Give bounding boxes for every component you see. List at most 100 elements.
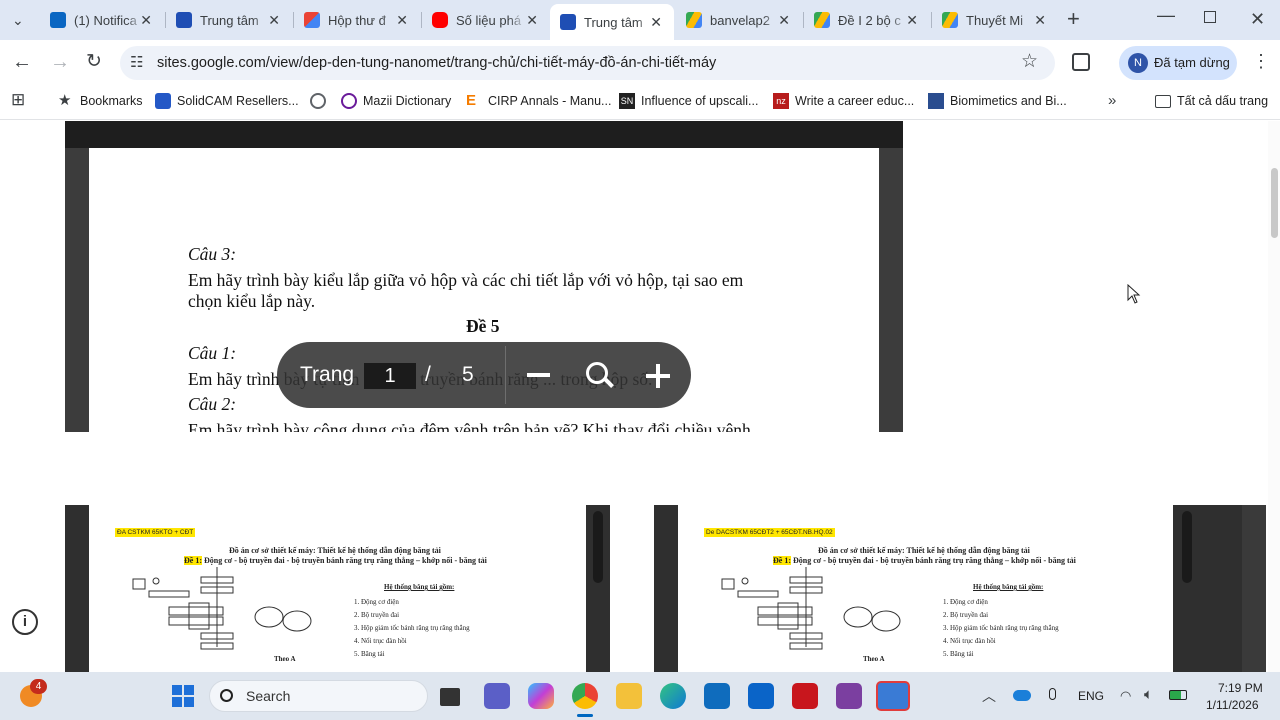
list-item: 2. Bộ truyền đai: [943, 611, 989, 619]
document-tag: De DACSTKM 65CĐT2 + 65CĐT.NB.HQ.02: [704, 528, 835, 537]
pdf-page: De DACSTKM 65CĐT2 + 65CĐT.NB.HQ.02 Đồ án…: [678, 505, 1173, 672]
powerpoint-stack-icon[interactable]: [836, 683, 862, 709]
google-sites-icon: [176, 12, 192, 28]
google-drive-icon: [686, 12, 702, 28]
reload-icon[interactable]: ↻: [86, 52, 102, 71]
onedrive-icon[interactable]: [1013, 690, 1031, 701]
bookmark-item[interactable]: ★ Bookmarks: [58, 92, 143, 110]
tab-title: Hộp thư đ: [328, 12, 386, 28]
bookmark-label: Mazii Dictionary: [363, 94, 452, 108]
bookmark-item[interactable]: nz Write a career educ...: [773, 92, 914, 110]
tab-title: Trung tâm: [200, 12, 259, 28]
bookmark-item[interactable]: SN Influence of upscali...: [619, 92, 758, 110]
chrome-icon[interactable]: [572, 683, 598, 709]
task-view-icon[interactable]: [440, 688, 460, 706]
profile-status-label: Đã tạm dừng: [1154, 55, 1230, 70]
new-tab-plus-icon[interactable]: +: [1067, 8, 1080, 30]
acrobat-icon[interactable]: [792, 683, 818, 709]
tab-linkedin[interactable]: (1) Notifica ✕: [40, 4, 164, 36]
bookmark-item[interactable]: Biomimetics and Bi...: [928, 92, 1067, 110]
menu-kebab-icon[interactable]: ⋮: [1252, 52, 1270, 70]
restore-icon[interactable]: [1204, 11, 1216, 23]
site-info-tune-icon[interactable]: ☷: [130, 54, 143, 72]
viewer-scrollbar[interactable]: [593, 511, 603, 583]
bookmark-label: Write a career educ...: [795, 94, 915, 108]
page-scrollbar-thumb[interactable]: [1271, 168, 1278, 238]
pdf-viewer-thumb-right[interactable]: De DACSTKM 65CĐT2 + 65CĐT.NB.HQ.02 Đồ án…: [654, 505, 1266, 672]
tab-drive-de[interactable]: Đề I 2 bộ c ✕: [804, 4, 930, 36]
info-icon[interactable]: i: [12, 609, 38, 635]
google-sites-icon: [560, 14, 576, 30]
question-3-line-1: Em hãy trình bày kiểu lắp giữa vỏ hộp và…: [188, 270, 744, 290]
outlook-icon[interactable]: [748, 683, 774, 709]
all-bookmarks-label: Tất cả dấu trang: [1177, 94, 1269, 108]
pdf-viewer-thumb-left[interactable]: ĐA CSTKM 65KTO + CĐT Đồ án cơ sở thiết k…: [65, 505, 610, 672]
url-text[interactable]: sites.google.com/view/dep-den-tung-nanom…: [157, 55, 716, 71]
file-explorer-icon[interactable]: [616, 683, 642, 709]
windows-start-icon[interactable]: [172, 685, 194, 707]
chrome-active-indicator: [577, 714, 593, 717]
page-number-input[interactable]: 1: [364, 363, 416, 389]
close-icon[interactable]: ✕: [396, 12, 408, 29]
google-drive-icon: [942, 12, 958, 28]
avatar: N: [1128, 53, 1148, 73]
bookmark-item[interactable]: SolidCAM Resellers...: [155, 92, 299, 110]
window-close-icon[interactable]: ✕: [1250, 10, 1265, 28]
search-label: Search: [246, 688, 291, 704]
clock-date[interactable]: 1/11/2026: [1206, 698, 1259, 712]
edge-icon[interactable]: [660, 683, 686, 709]
bookmark-label: Influence of upscali...: [641, 94, 759, 108]
close-icon[interactable]: ✕: [650, 14, 662, 31]
apps-grid-icon[interactable]: ⊞: [11, 91, 25, 109]
tab-gmail[interactable]: Hộp thư đ ✕: [294, 4, 420, 36]
bookmark-item[interactable]: E CIRP Annals - Manu...: [466, 92, 611, 110]
taskbar-search[interactable]: [209, 680, 428, 712]
zoom-in-icon[interactable]: [646, 364, 670, 388]
bookmark-star-icon[interactable]: ☆: [1021, 52, 1038, 71]
tab-drive-thuyet[interactable]: Thuyết Mi ✕: [932, 4, 1058, 36]
bookmark-item[interactable]: [310, 92, 332, 110]
clock-time[interactable]: 7:19 PM: [1218, 681, 1263, 695]
language-indicator[interactable]: ENG: [1078, 689, 1104, 703]
question-2-title: Câu 2:: [188, 394, 237, 414]
viewer-scrollbar[interactable]: [1182, 511, 1192, 583]
tab-title: (1) Notifica: [74, 12, 137, 28]
close-icon[interactable]: ✕: [268, 12, 280, 29]
tab-google-sites[interactable]: Trung tâm ✕: [166, 4, 292, 36]
close-icon[interactable]: ✕: [906, 12, 918, 29]
app-icon[interactable]: [876, 681, 910, 711]
more-bookmarks-chevron-icon[interactable]: »: [1108, 92, 1116, 110]
copilot-icon[interactable]: [528, 683, 554, 709]
section-heading: Đề 5: [466, 316, 500, 336]
bookmark-item[interactable]: Mazii Dictionary: [341, 92, 451, 110]
list-item: 5. Băng tải: [943, 650, 974, 658]
zoom-out-icon[interactable]: [527, 373, 550, 377]
store-icon[interactable]: [704, 683, 730, 709]
tab-search-chevron-icon[interactable]: ⌄: [12, 11, 24, 29]
tab-title: Trung tâm: [584, 14, 643, 30]
question-1-title: Câu 1:: [188, 343, 237, 363]
battery-icon[interactable]: [1169, 690, 1187, 700]
mdpi-icon: [928, 93, 944, 109]
volume-icon[interactable]: 🔈︎: [1144, 686, 1153, 704]
close-icon[interactable]: ✕: [778, 12, 790, 29]
tab-drive-banvelap[interactable]: banvelap2 ✕: [676, 4, 802, 36]
extensions-icon[interactable]: [1072, 53, 1090, 71]
tray-chevron-up-icon[interactable]: ︿: [982, 687, 996, 705]
all-bookmarks-folder[interactable]: Tất cả dấu trang: [1155, 92, 1268, 110]
solidcam-icon: [155, 93, 171, 109]
close-icon[interactable]: ✕: [140, 12, 152, 29]
close-icon[interactable]: ✕: [526, 12, 538, 29]
minimize-icon[interactable]: —: [1157, 6, 1175, 24]
list-title: Hệ thống băng tải gồm:: [384, 583, 455, 591]
mazii-icon: [341, 93, 357, 109]
forward-arrow-icon[interactable]: →: [50, 52, 70, 72]
back-arrow-icon[interactable]: ←: [12, 52, 32, 72]
tab-youtube[interactable]: Số liệu phá ✕: [422, 4, 550, 36]
close-icon[interactable]: ✕: [1034, 12, 1046, 29]
microphone-icon[interactable]: [1049, 688, 1056, 700]
teams-icon[interactable]: [484, 683, 510, 709]
list-item: 2. Bộ truyền đai: [354, 611, 400, 619]
tab-google-sites-active[interactable]: Trung tâm ✕: [550, 4, 674, 40]
wifi-icon[interactable]: ◠: [1120, 687, 1131, 705]
